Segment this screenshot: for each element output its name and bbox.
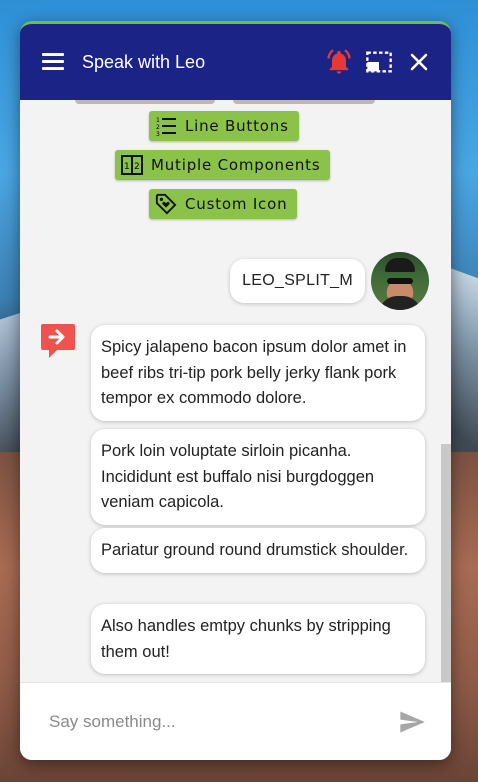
bot-message-bubble: Pork loin voluptate sirloin picanha. Inc… [91,429,425,525]
bot-message-bubble: Also handles emtpy chunks by stripping t… [91,604,425,674]
composer-bar [20,682,451,760]
close-icon[interactable] [405,48,433,76]
user-message-row: LEO_SPLIT_M [230,252,429,310]
message-input[interactable] [49,711,395,732]
quick-reply-custom-icon[interactable]: Custom Icon [149,189,298,219]
quick-reply-multiple-components[interactable]: 12 Mutiple Components [115,150,331,180]
svg-text:2: 2 [134,162,141,172]
scrollbar[interactable] [441,444,451,682]
previous-buttons-stub [75,100,375,104]
quick-reply-line-buttons[interactable]: 123 Line Buttons [149,111,299,141]
menu-icon[interactable] [42,53,66,71]
chat-header: Speak with Leo [20,24,451,100]
svg-text:2: 2 [156,124,161,131]
list-icon: 123 [155,115,177,137]
tag-icon [155,193,177,215]
quick-reply-label: Custom Icon [185,195,288,213]
components-icon: 12 [121,154,143,176]
chat-widget: Speak with Leo 123 Line Buttons 1 2 Muti… [20,21,451,760]
message-list[interactable]: 123 Line Buttons 12 Mutiple Components C… [20,100,451,682]
user-message-bubble: LEO_SPLIT_M [230,259,365,303]
bot-message-bubble: Pariatur ground round drumstick shoulder… [91,528,425,573]
shrink-window-icon[interactable] [365,48,393,76]
chat-title: Speak with Leo [82,51,206,72]
svg-text:1: 1 [156,117,161,124]
bot-message-bubble: Spicy jalapeno bacon ipsum dolor amet in… [91,325,425,421]
send-icon[interactable] [395,705,429,739]
bell-icon[interactable] [325,48,353,76]
user-avatar [371,252,429,310]
quick-reply-label: Mutiple Components [151,156,321,174]
svg-text:1: 1 [124,162,131,172]
bot-reply-icon [40,322,76,360]
quick-reply-label: Line Buttons [185,117,289,135]
svg-text:3: 3 [156,131,161,136]
